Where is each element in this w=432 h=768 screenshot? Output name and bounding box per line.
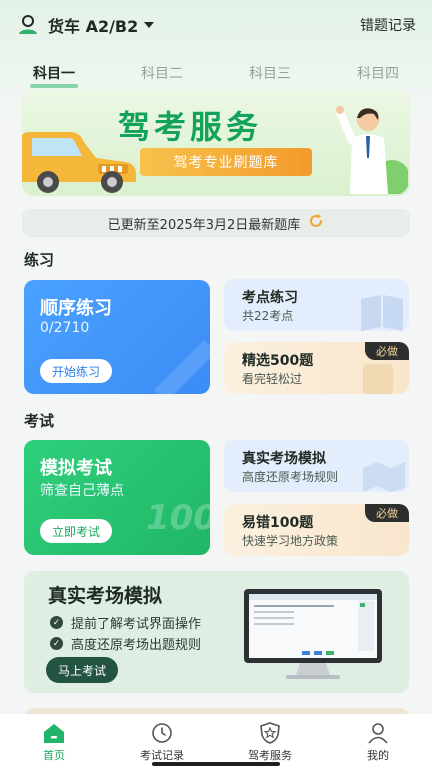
vehicle-type-selector[interactable]: 货车 A2/B2: [48, 13, 155, 37]
tabbar-label: 首页: [43, 749, 65, 762]
real-exam-sub: 高度还原考场规则: [242, 470, 339, 484]
tabbar-label: 考试记录: [140, 749, 184, 762]
must-do-badge: 必做: [365, 342, 409, 360]
person-illustration: [336, 106, 408, 194]
clock-icon: [152, 723, 172, 743]
check-icon: ✓: [50, 637, 63, 650]
tab-subject-3[interactable]: 科目三: [216, 63, 324, 83]
update-text: 已更新至2025年3月2日最新题库: [107, 217, 301, 233]
tab-subject-1[interactable]: 科目一: [0, 63, 108, 88]
tabbar-mine[interactable]: 我的: [324, 722, 432, 763]
tab-subject-4[interactable]: 科目四: [324, 63, 432, 83]
selected-500-sub: 看完轻松过: [242, 372, 303, 386]
sequential-practice-progress: 0/2710: [40, 320, 90, 336]
tabbar-driving-service[interactable]: 驾考服务: [216, 722, 324, 763]
must-do-badge: 必做: [365, 504, 409, 522]
user-avatar-icon[interactable]: [16, 13, 40, 37]
topic-practice-card[interactable]: 考点练习 共22考点: [224, 279, 409, 331]
simulation-title: 真实考场模拟: [48, 585, 163, 607]
topic-practice-sub: 共22考点: [242, 309, 294, 323]
sequential-practice-card[interactable]: 顺序练习 0/2710 开始练习: [24, 280, 210, 394]
map-icon: [363, 462, 405, 492]
sequential-practice-title: 顺序练习: [40, 298, 112, 319]
selected-500-card[interactable]: 必做 精选500题 看完轻松过: [224, 342, 409, 394]
shield-star-icon: [260, 722, 280, 744]
start-practice-button[interactable]: 开始练习: [40, 359, 113, 383]
person-icon: [368, 723, 388, 744]
subject-tabs: 科目一 科目二 科目三 科目四: [0, 58, 432, 88]
simulation-feature: ✓ 提前了解考试界面操作: [50, 613, 201, 632]
practice-section-title: 练习: [24, 251, 55, 269]
banner-title: 驾考服务: [118, 108, 263, 146]
tabbar-label: 我的: [367, 749, 389, 762]
book-icon: [361, 295, 403, 331]
tabbar-label: 驾考服务: [248, 749, 292, 762]
wrong-records-link[interactable]: 错题记录: [360, 15, 416, 35]
update-notice: 已更新至2025年3月2日最新题库: [22, 209, 410, 237]
start-now-button[interactable]: 马上考试: [46, 657, 119, 683]
real-exam-title: 真实考场模拟: [242, 451, 326, 467]
error-100-title: 易错100题: [242, 515, 314, 531]
error-100-card[interactable]: 必做 易错100题 快速学习地方政策: [224, 504, 409, 556]
caret-down-icon: [144, 22, 155, 28]
banner-subtitle: 驾考专业刷题库: [140, 148, 312, 176]
home-indicator: [152, 762, 280, 766]
vehicle-type-label: 货车 A2/B2: [48, 17, 139, 36]
tabbar-exam-records[interactable]: 考试记录: [108, 722, 216, 763]
topic-practice-title: 考点练习: [242, 290, 298, 306]
home-icon: [44, 724, 64, 743]
document-icon: [363, 364, 393, 394]
simulation-feature-text: 提前了解考试界面操作: [71, 617, 202, 632]
header: 货车 A2/B2 错题记录: [0, 0, 432, 50]
error-100-sub: 快速学习地方政策: [242, 534, 339, 548]
computer-monitor-illustration: [244, 589, 382, 679]
mock-exam-sub: 筛查自己薄点: [40, 483, 124, 499]
mock-exam-title: 模拟考试: [40, 458, 112, 479]
score-watermark: 100: [146, 498, 210, 538]
check-icon: ✓: [50, 616, 63, 629]
start-exam-button[interactable]: 立即考试: [40, 519, 113, 543]
exam-section-title: 考试: [24, 412, 55, 430]
refresh-icon[interactable]: [308, 213, 324, 233]
exam-simulation-card[interactable]: 真实考场模拟 ✓ 提前了解考试界面操作 ✓ 高度还原考场出题规则 马上考试: [24, 571, 409, 693]
simulation-feature: ✓ 高度还原考场出题规则: [50, 634, 201, 653]
simulation-feature-text: 高度还原考场出题规则: [71, 638, 202, 653]
service-banner[interactable]: 驾考服务 驾考专业刷题库: [22, 90, 410, 196]
tabbar-home[interactable]: 首页: [0, 722, 108, 763]
bottom-tabbar: 首页 考试记录 驾考服务 我的: [0, 714, 432, 768]
mock-exam-card[interactable]: 100 模拟考试 筛查自己薄点 立即考试: [24, 440, 210, 555]
real-exam-card[interactable]: 真实考场模拟 高度还原考场规则: [224, 440, 409, 492]
selected-500-title: 精选500题: [242, 353, 314, 369]
pencil-watermark-icon: [154, 340, 210, 394]
tab-subject-2[interactable]: 科目二: [108, 63, 216, 83]
